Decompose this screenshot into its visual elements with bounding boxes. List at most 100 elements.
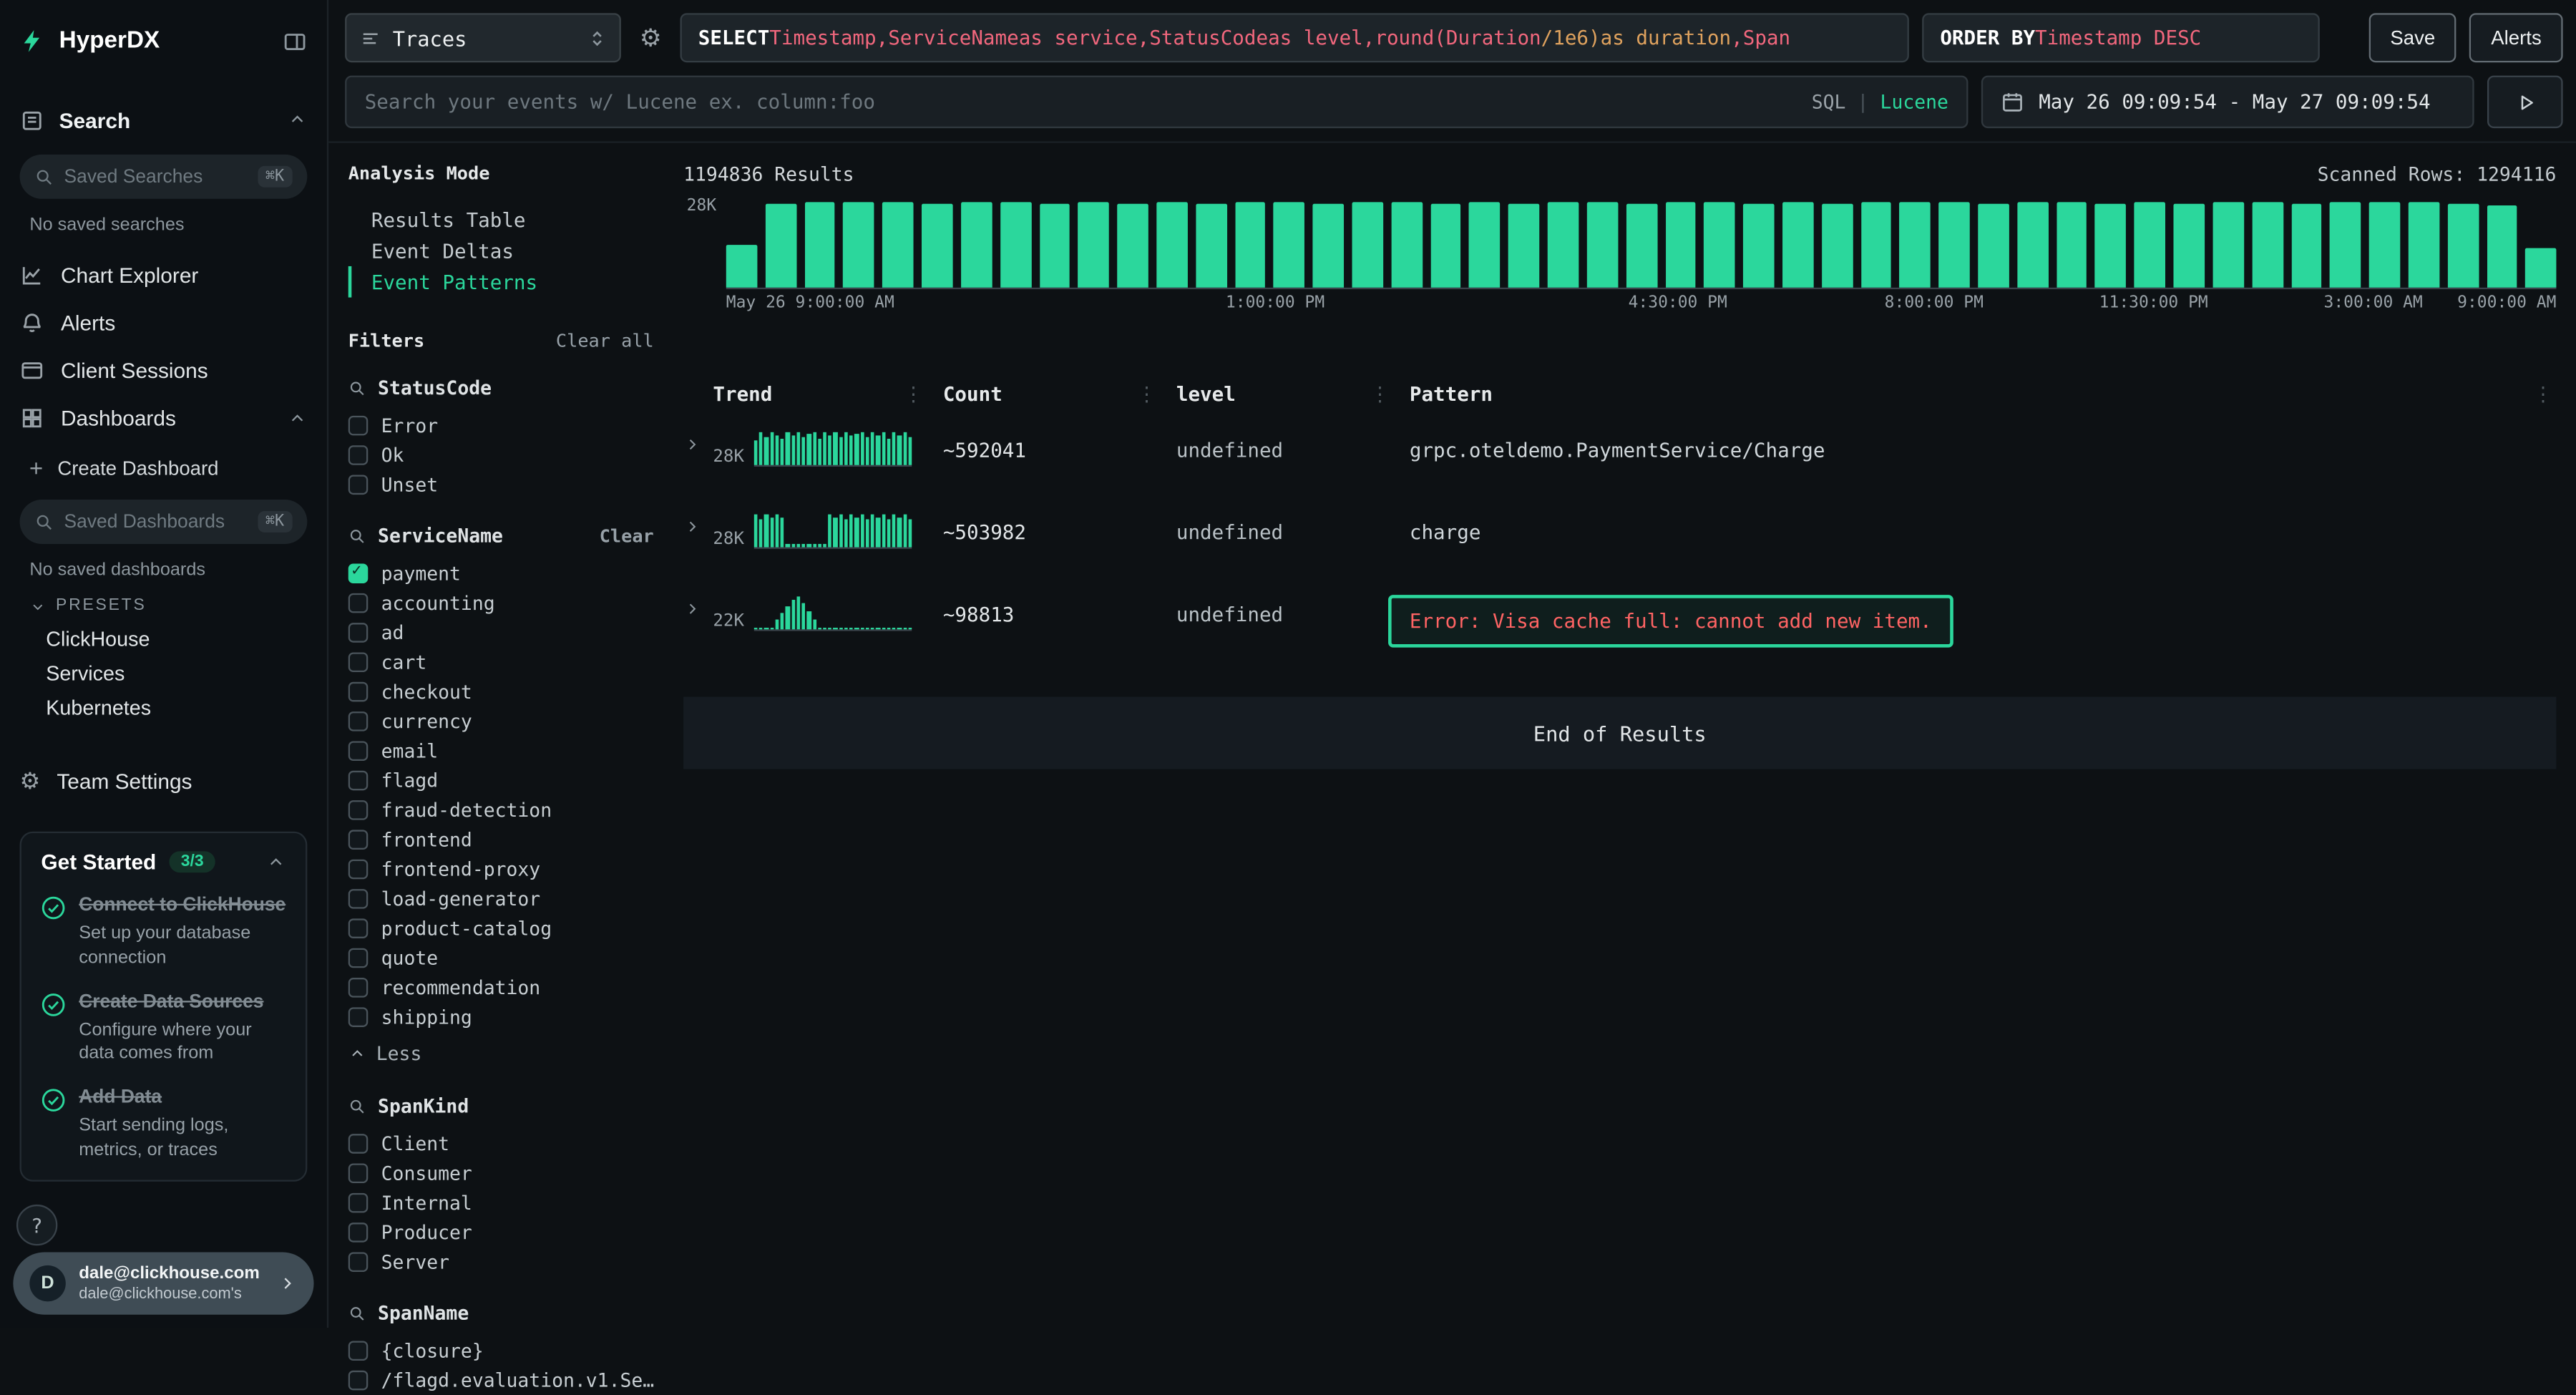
- checkbox[interactable]: [348, 416, 369, 436]
- checkbox[interactable]: [348, 948, 369, 968]
- collapse-sidebar-icon[interactable]: [283, 29, 307, 53]
- saved-searches-input[interactable]: Saved Searches ⌘K: [20, 155, 308, 199]
- filter-option[interactable]: product-catalog: [348, 914, 654, 943]
- checkbox[interactable]: [348, 475, 369, 495]
- column-pattern[interactable]: Pattern⋮: [1410, 383, 2557, 406]
- checkbox[interactable]: [348, 711, 369, 731]
- column-menu-icon[interactable]: ⋮: [1137, 383, 1157, 406]
- checkbox[interactable]: [348, 1223, 369, 1243]
- expand-row-icon[interactable]: [683, 432, 713, 454]
- checkbox[interactable]: [348, 1134, 369, 1154]
- column-menu-icon[interactable]: ⋮: [1370, 383, 1390, 406]
- analysis-mode-event-patterns[interactable]: Event Patterns: [348, 266, 677, 298]
- sidebar-item-team-settings[interactable]: ⚙ Team Settings: [20, 757, 308, 805]
- filter-option[interactable]: Client: [348, 1129, 654, 1158]
- table-row[interactable]: 22K ~98813 undefined Error: Visa cache f…: [683, 596, 2556, 647]
- run-query-button[interactable]: [2487, 76, 2563, 128]
- checkbox[interactable]: [348, 563, 369, 583]
- checkbox[interactable]: [348, 830, 369, 850]
- save-button[interactable]: Save: [2369, 13, 2457, 62]
- filter-option[interactable]: ad: [348, 618, 654, 647]
- column-level[interactable]: level⋮: [1176, 383, 1410, 406]
- sidebar-item-search[interactable]: Search: [20, 95, 308, 145]
- checkbox[interactable]: [348, 1341, 369, 1361]
- clear-filter-link[interactable]: Clear: [600, 525, 654, 547]
- show-less-toggle[interactable]: Less: [348, 1037, 654, 1070]
- search-input[interactable]: Search your events w/ Lucene ex. column:…: [345, 76, 1968, 128]
- checkbox[interactable]: [348, 623, 369, 643]
- mode-sql-toggle[interactable]: SQL: [1812, 90, 1846, 113]
- chevron-up-icon[interactable]: [266, 852, 286, 872]
- checkbox[interactable]: [348, 978, 369, 998]
- column-count[interactable]: Count⋮: [943, 383, 1176, 406]
- alerts-button[interactable]: Alerts: [2469, 13, 2562, 62]
- preset-clickhouse[interactable]: ClickHouse: [20, 621, 308, 656]
- source-select[interactable]: Traces: [345, 13, 621, 62]
- checkbox[interactable]: [348, 918, 369, 938]
- filter-option[interactable]: Server: [348, 1248, 654, 1277]
- filter-option[interactable]: currency: [348, 706, 654, 736]
- checkbox[interactable]: [348, 741, 369, 761]
- presets-toggle[interactable]: PRESETS: [29, 596, 307, 614]
- search-icon[interactable]: [348, 1097, 366, 1115]
- checkbox[interactable]: [348, 800, 369, 820]
- column-trend[interactable]: Trend⋮: [713, 383, 942, 406]
- order-by-input[interactable]: ORDER BY Timestamp DESC: [1922, 13, 2320, 62]
- checkbox[interactable]: [348, 1163, 369, 1183]
- filter-option[interactable]: checkout: [348, 677, 654, 706]
- date-range-picker[interactable]: May 26 09:09:54 - May 27 09:09:54: [1981, 76, 2474, 128]
- results-histogram[interactable]: 28K May 26 9:00:00 AM1:00:00 PM4:30:00 P…: [683, 202, 2556, 317]
- saved-dashboards-input[interactable]: Saved Dashboards ⌘K: [20, 500, 308, 544]
- sidebar-item-chart-explorer[interactable]: Chart Explorer: [20, 251, 308, 299]
- filter-option[interactable]: load-generator: [348, 884, 654, 913]
- clear-all-filters-link[interactable]: Clear all: [556, 330, 654, 351]
- filter-option[interactable]: quote: [348, 943, 654, 973]
- table-row[interactable]: 28K ~503982 undefined charge: [683, 515, 2556, 558]
- chevron-right-icon[interactable]: [278, 1273, 298, 1293]
- sidebar-item-alerts[interactable]: Alerts: [20, 299, 308, 347]
- pattern-highlight-box[interactable]: Error: Visa cache full: cannot add new i…: [1388, 595, 1953, 647]
- column-menu-icon[interactable]: ⋮: [2533, 383, 2553, 406]
- filter-option[interactable]: payment: [348, 559, 654, 588]
- checkbox[interactable]: [348, 1007, 369, 1027]
- column-menu-icon[interactable]: ⋮: [904, 383, 924, 406]
- checkbox[interactable]: [348, 860, 369, 880]
- checkbox[interactable]: [348, 1193, 369, 1213]
- filter-option[interactable]: Producer: [348, 1217, 654, 1247]
- filter-option[interactable]: Consumer: [348, 1159, 654, 1188]
- analysis-mode-results-table[interactable]: Results Table: [348, 204, 677, 235]
- filter-option[interactable]: accounting: [348, 588, 654, 618]
- expand-row-icon[interactable]: [683, 596, 713, 618]
- preset-kubernetes[interactable]: Kubernetes: [20, 690, 308, 724]
- filter-option[interactable]: /flagd.evaluation.v1.Se…: [348, 1366, 654, 1395]
- histogram-bars[interactable]: [726, 202, 2557, 289]
- filter-option[interactable]: {closure}: [348, 1336, 654, 1366]
- source-settings-icon[interactable]: ⚙: [634, 23, 667, 52]
- create-dashboard-button[interactable]: Create Dashboard: [20, 447, 308, 490]
- help-button[interactable]: ?: [16, 1205, 57, 1245]
- expand-row-icon[interactable]: [683, 515, 713, 536]
- sidebar-item-dashboards[interactable]: Dashboards: [20, 394, 308, 442]
- filter-option[interactable]: recommendation: [348, 973, 654, 1002]
- mode-lucene-toggle[interactable]: Lucene: [1880, 90, 1948, 113]
- filter-option[interactable]: shipping: [348, 1002, 654, 1031]
- sidebar-item-client-sessions[interactable]: Client Sessions: [20, 346, 308, 394]
- filter-option[interactable]: Unset: [348, 470, 654, 500]
- analysis-mode-event-deltas[interactable]: Event Deltas: [348, 235, 677, 266]
- filter-option[interactable]: frontend-proxy: [348, 855, 654, 884]
- filter-option[interactable]: email: [348, 737, 654, 766]
- filter-option[interactable]: Error: [348, 411, 654, 440]
- get-started-item[interactable]: Connect to ClickHouse Set up your databa…: [41, 894, 286, 971]
- checkbox[interactable]: [348, 652, 369, 672]
- user-menu[interactable]: D dale@clickhouse.com dale@clickhouse.co…: [13, 1252, 313, 1314]
- checkbox[interactable]: [348, 682, 369, 702]
- get-started-header[interactable]: Get Started 3/3: [41, 850, 286, 874]
- checkbox[interactable]: [348, 1252, 369, 1272]
- checkbox[interactable]: [348, 771, 369, 791]
- checkbox[interactable]: [348, 1371, 369, 1391]
- search-icon[interactable]: [348, 379, 366, 397]
- checkbox[interactable]: [348, 889, 369, 909]
- search-icon[interactable]: [348, 1304, 366, 1322]
- filter-option[interactable]: fraud-detection: [348, 795, 654, 825]
- filter-option[interactable]: Ok: [348, 440, 654, 470]
